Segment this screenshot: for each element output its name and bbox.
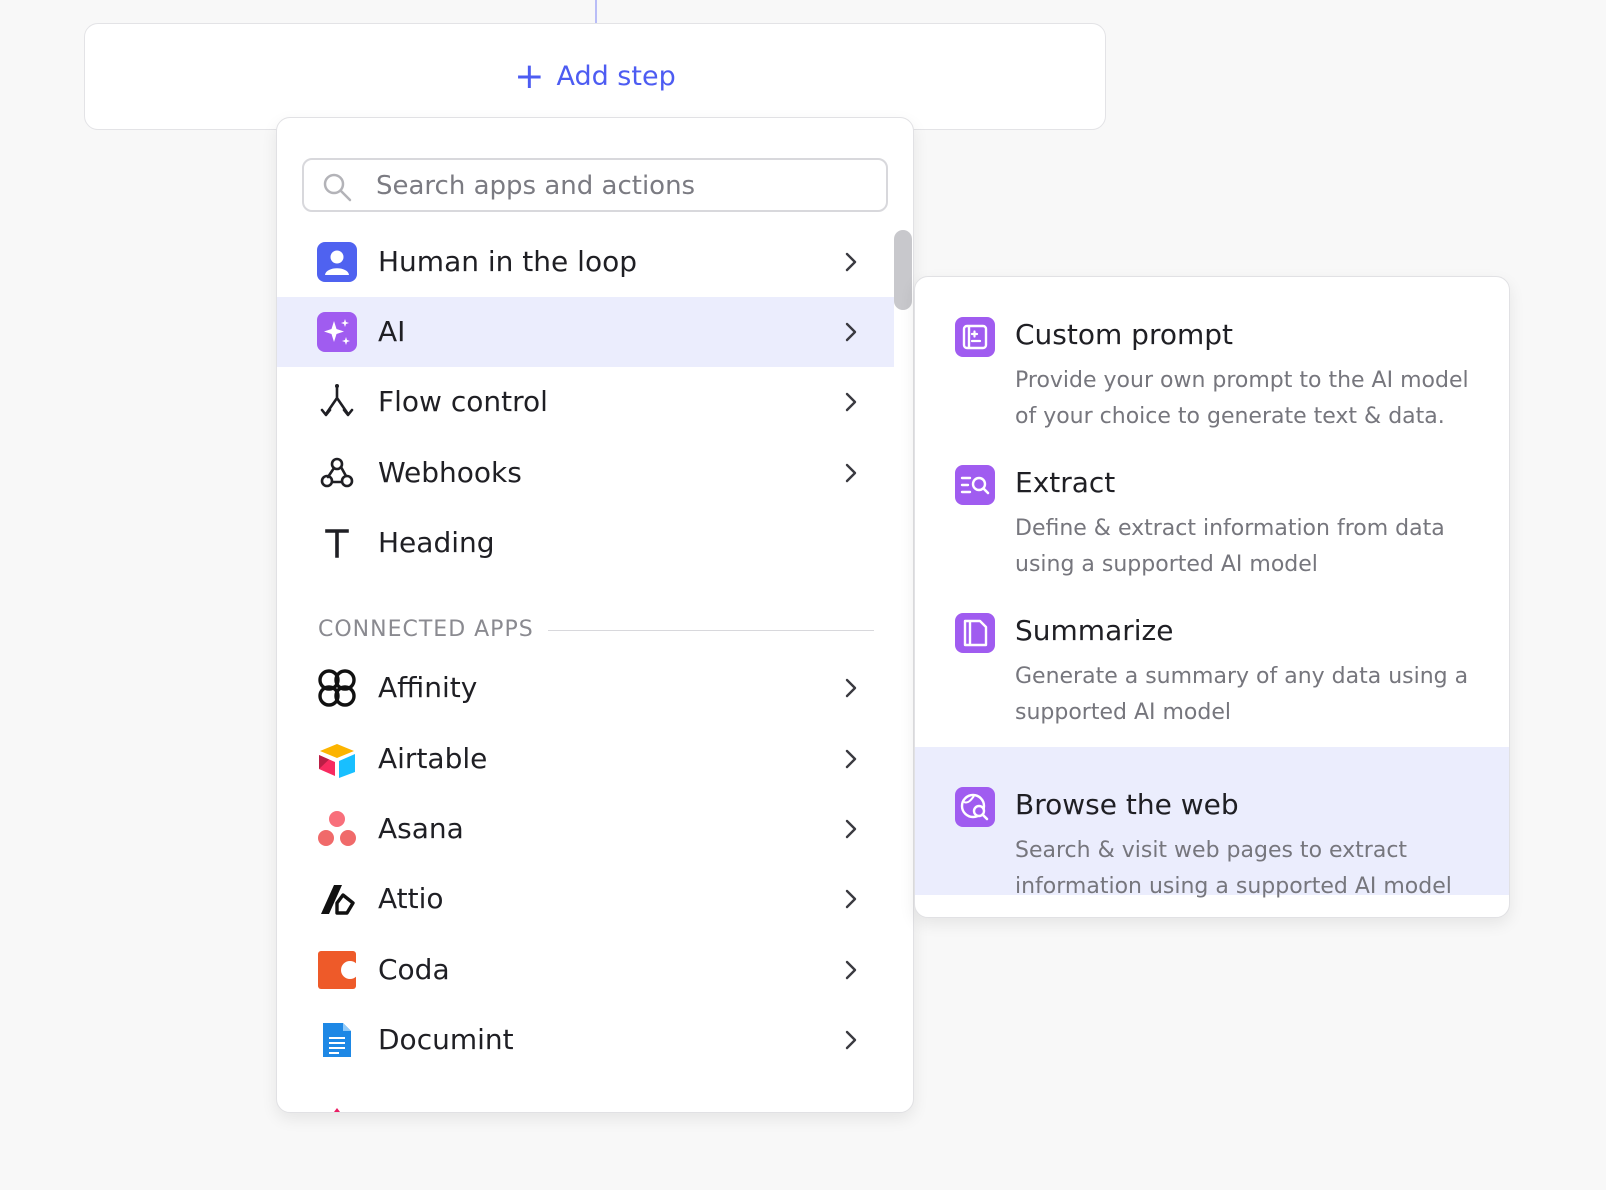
prompt-icon	[955, 317, 995, 357]
ai-submenu: Custom prompt Provide your own prompt to…	[914, 276, 1510, 918]
menu-scrollbar[interactable]	[892, 118, 913, 1112]
submenu-item-title: Custom prompt	[1015, 318, 1233, 351]
app-label: Documint	[378, 1023, 514, 1056]
chevron-right-icon	[845, 463, 857, 483]
extract-icon	[955, 465, 995, 505]
flow-branch-icon	[320, 384, 354, 417]
section-divider	[548, 630, 874, 631]
app-item-airtable[interactable]: Airtable	[277, 724, 894, 794]
globe-search-icon	[955, 787, 995, 827]
text-t-icon	[325, 529, 349, 558]
menu-item-label: AI	[378, 315, 406, 348]
app-item-attio[interactable]: Attio	[277, 864, 894, 934]
next-app-icon-partial	[334, 1108, 340, 1112]
submenu-item-custom-prompt[interactable]: Custom prompt Provide your own prompt to…	[915, 277, 1509, 429]
section-label: CONNECTED APPS	[318, 617, 534, 642]
chevron-right-icon	[845, 252, 857, 272]
menu-item-label: Webhooks	[378, 456, 522, 489]
menu-item-webhooks[interactable]: Webhooks	[277, 438, 894, 508]
menu-item-heading[interactable]: Heading	[277, 508, 894, 578]
menu-item-flow-control[interactable]: Flow control	[277, 367, 894, 437]
app-label: Asana	[378, 812, 464, 845]
person-icon	[317, 242, 357, 282]
step-picker-menu: Human in the loop AI Flow control	[276, 117, 914, 1113]
app-item-asana[interactable]: Asana	[277, 794, 894, 864]
add-step-label: Add step	[556, 61, 676, 92]
app-label: Affinity	[378, 671, 478, 704]
flow-connector-line	[595, 0, 597, 23]
attio-logo-icon	[321, 885, 355, 915]
document-icon	[955, 613, 995, 653]
app-label: Airtable	[378, 742, 488, 775]
documint-logo-icon	[323, 1023, 351, 1057]
app-label: Attio	[378, 882, 444, 915]
menu-item-ai[interactable]: AI	[277, 297, 894, 367]
search-box[interactable]	[302, 158, 888, 212]
submenu-item-title: Summarize	[1015, 614, 1174, 647]
menu-item-label: Heading	[378, 526, 495, 559]
add-step-button[interactable]: + Add step	[85, 59, 1105, 95]
app-item-coda[interactable]: Coda	[277, 935, 894, 1005]
chevron-right-icon	[845, 1030, 857, 1050]
scrollbar-thumb[interactable]	[894, 230, 912, 310]
chevron-right-icon	[845, 889, 857, 909]
airtable-logo-icon	[319, 744, 355, 778]
chevron-right-icon	[845, 819, 857, 839]
add-step-card[interactable]: + Add step	[84, 23, 1106, 130]
chevron-right-icon	[845, 960, 857, 980]
submenu-item-title: Extract	[1015, 466, 1116, 499]
search-icon	[323, 173, 352, 202]
app-item-affinity[interactable]: Affinity	[277, 653, 894, 723]
chevron-right-icon	[845, 392, 857, 412]
asana-logo-icon	[318, 811, 356, 846]
affinity-logo-icon	[318, 669, 356, 707]
sparkle-icon	[317, 312, 357, 352]
webhook-icon	[320, 457, 354, 488]
coda-logo-icon	[318, 951, 357, 989]
chevron-right-icon	[845, 749, 857, 769]
submenu-item-title: Browse the web	[1015, 788, 1239, 821]
menu-item-human-in-the-loop[interactable]: Human in the loop	[277, 227, 894, 297]
chevron-right-icon	[845, 678, 857, 698]
menu-item-label: Flow control	[378, 385, 548, 418]
connected-apps-section-header: CONNECTED APPS	[318, 617, 874, 647]
app-label: Coda	[378, 953, 450, 986]
search-input[interactable]	[374, 166, 878, 206]
submenu-item-description: Search & visit web pages to extract info…	[1015, 838, 1452, 899]
app-item-documint[interactable]: Documint	[277, 1005, 894, 1075]
submenu-item-extract[interactable]: Extract Define & extract information fro…	[915, 425, 1509, 577]
menu-item-label: Human in the loop	[378, 245, 637, 278]
submenu-item-browse-the-web[interactable]: Browse the web Search & visit web pages …	[915, 747, 1509, 899]
plus-icon: +	[514, 56, 545, 97]
chevron-right-icon	[845, 322, 857, 342]
submenu-item-description: Generate a summary of any data using a s…	[1015, 664, 1469, 725]
submenu-item-summarize[interactable]: Summarize Generate a summary of any data…	[915, 573, 1509, 725]
